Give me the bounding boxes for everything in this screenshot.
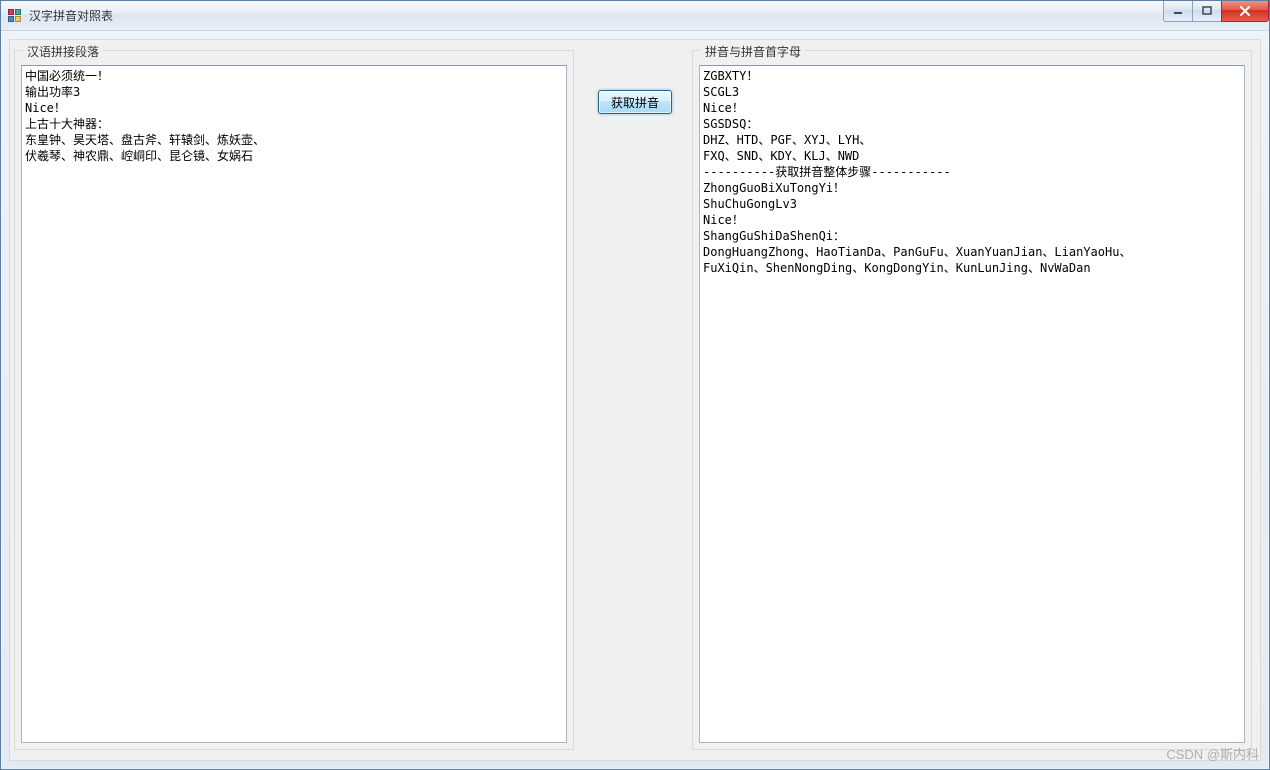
close-button[interactable] [1221,1,1269,22]
app-window: 汉字拼音对照表 汉语拼接段落 获取拼音 拼音与拼音首字母 CSDN @斯内科 [0,0,1270,770]
maximize-button[interactable] [1192,1,1222,22]
window-title: 汉字拼音对照表 [29,7,113,24]
get-pinyin-button[interactable]: 获取拼音 [598,90,672,114]
minimize-button[interactable] [1163,1,1193,22]
chinese-input-textarea[interactable] [21,65,567,743]
titlebar[interactable]: 汉字拼音对照表 [1,1,1269,31]
client-area: 汉语拼接段落 获取拼音 拼音与拼音首字母 [9,39,1261,761]
window-controls [1164,1,1269,22]
right-group-label: 拼音与拼音首字母 [701,43,805,60]
left-group-label: 汉语拼接段落 [23,43,103,60]
right-group: 拼音与拼音首字母 [692,50,1252,750]
pinyin-output-textarea[interactable] [699,65,1245,743]
app-icon [7,8,23,24]
left-group: 汉语拼接段落 [14,50,574,750]
